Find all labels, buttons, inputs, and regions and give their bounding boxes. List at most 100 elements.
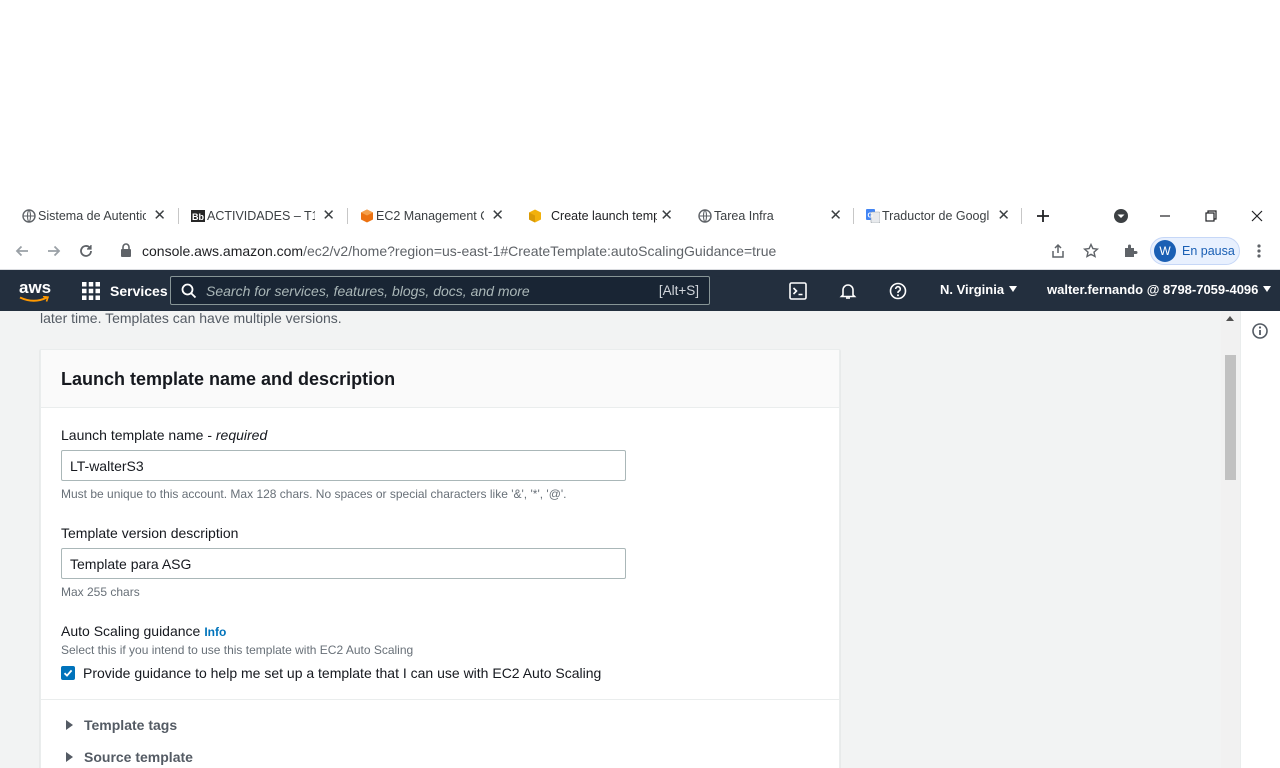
restore-icon (1205, 210, 1217, 222)
tab-close-icon[interactable]: ✕ (322, 208, 335, 224)
caret-down-icon (1009, 286, 1018, 292)
tab-separator (178, 208, 179, 224)
aws-search-input[interactable]: Search for services, features, blogs, do… (170, 276, 710, 305)
grid-menu-icon (82, 281, 100, 300)
new-tab-button[interactable] (1020, 200, 1066, 232)
caret-right-icon (66, 720, 73, 730)
profile-status-label: En pausa (1182, 244, 1235, 258)
url-host: console.aws.amazon.com (142, 243, 304, 259)
source-template-label: Source template (84, 749, 193, 765)
tab-close-icon[interactable]: ✕ (660, 208, 673, 224)
avatar: W (1154, 240, 1176, 262)
search-placeholder: Search for services, features, blogs, do… (206, 283, 530, 299)
browser-tab-strip: Sistema de Autentic ✕ Bb ACTIVIDADES – T… (0, 200, 1280, 232)
template-name-label: Launch template name - required (61, 427, 267, 443)
tab-title: Tarea Infra (714, 209, 774, 223)
kebab-menu-icon (1257, 244, 1261, 258)
aws-logo-text: aws (19, 278, 52, 297)
reload-icon (80, 245, 92, 257)
tab-title: Create launch temp (551, 209, 657, 223)
restore-button[interactable] (1188, 200, 1234, 232)
page-scrollbar[interactable] (1221, 311, 1240, 768)
services-label: Services (110, 282, 168, 299)
bell-icon (839, 283, 857, 299)
tab-actividades[interactable]: Bb ACTIVIDADES – T13 ✕ (185, 200, 345, 232)
aws-cube-icon (528, 209, 542, 223)
cloudshell-button[interactable] (784, 270, 812, 311)
caret-down-icon (1263, 286, 1272, 292)
template-description-input[interactable] (61, 548, 626, 579)
info-link[interactable]: Info (204, 625, 226, 639)
scroll-up-arrow-icon[interactable] (1226, 316, 1234, 321)
intro-text: later time. Templates can have multiple … (40, 311, 342, 326)
template-tags-label: Template tags (84, 717, 178, 733)
divider (41, 699, 839, 700)
forward-button[interactable] (41, 238, 67, 264)
svg-text:Bb: Bb (192, 212, 204, 222)
help-panel-rail (1240, 311, 1280, 768)
browser-menu-button[interactable] (1246, 238, 1272, 264)
profile-button[interactable]: W En pausa (1150, 237, 1240, 265)
info-icon[interactable] (1252, 323, 1268, 339)
template-name-input[interactable] (61, 450, 626, 481)
extensions-button[interactable] (1118, 238, 1144, 264)
blackboard-icon: Bb (191, 209, 205, 223)
address-bar-row: console.aws.amazon.com/ec2/v2/home?regio… (0, 232, 1280, 270)
tab-create-launch-template[interactable]: Create launch temp ✕ (518, 200, 685, 232)
template-description-label: Template version description (61, 525, 239, 541)
lock-icon[interactable] (120, 243, 132, 262)
tab-close-icon[interactable]: ✕ (153, 208, 166, 224)
tab-traductor-google[interactable]: G Traductor de Googl ✕ (860, 200, 1020, 232)
tab-title: ACTIVIDADES – T13 (207, 209, 315, 223)
source-template-expander[interactable]: Source template (66, 749, 193, 765)
required-marker: required (215, 427, 268, 443)
panel-title: Launch template name and description (61, 369, 396, 389)
globe-icon (22, 209, 36, 223)
close-window-button[interactable] (1234, 200, 1280, 232)
launch-template-name-panel: Launch template name and description Lau… (40, 349, 840, 768)
tab-ec2-management[interactable]: EC2 Management C ✕ (354, 200, 514, 232)
account-label: walter.fernando @ 8798-7059-4096 (1047, 282, 1259, 297)
tab-close-icon[interactable]: ✕ (997, 208, 1010, 224)
tab-title: Traductor de Googl (882, 209, 990, 223)
main-content: later time. Templates can have multiple … (0, 311, 1240, 768)
template-description-hint: Max 255 chars (61, 585, 140, 599)
search-icon (181, 283, 197, 299)
checkmark-icon (63, 669, 73, 677)
tab-sistema-autenticacion[interactable]: Sistema de Autentic ✕ (16, 200, 176, 232)
autoscaling-guidance-checkbox-row[interactable]: Provide guidance to help me set up a tem… (61, 665, 601, 681)
tab-separator (853, 208, 854, 224)
region-selector[interactable]: N. Virginia (940, 282, 1018, 297)
services-menu-button[interactable]: Services (82, 270, 168, 311)
globe-icon (698, 209, 712, 223)
help-button[interactable] (884, 270, 912, 311)
url-text: console.aws.amazon.com/ec2/v2/home?regio… (142, 243, 776, 259)
close-icon (1251, 210, 1263, 222)
screen: Sistema de Autentic ✕ Bb ACTIVIDADES – T… (0, 0, 1280, 768)
aws-console-navbar: aws Services Search for services, featur… (0, 270, 1280, 311)
tab-search-button[interactable] (1098, 200, 1144, 232)
autoscaling-guidance-checkbox[interactable] (61, 666, 75, 680)
url-path: /ec2/v2/home?region=us-east-1#CreateTemp… (303, 243, 777, 259)
notifications-button[interactable] (834, 270, 862, 311)
minimize-button[interactable] (1142, 200, 1188, 232)
blank-area (0, 0, 1280, 200)
terminal-icon (789, 281, 807, 300)
share-button[interactable] (1045, 238, 1071, 264)
omnibox[interactable]: console.aws.amazon.com/ec2/v2/home?regio… (110, 236, 1110, 266)
autoscaling-label-text: Auto Scaling guidance (61, 623, 201, 639)
reload-button[interactable] (73, 238, 99, 264)
region-label: N. Virginia (940, 282, 1005, 297)
aws-logo[interactable]: aws (18, 278, 52, 304)
scrollbar-thumb[interactable] (1225, 355, 1236, 480)
caret-right-icon (66, 752, 73, 762)
tab-close-icon[interactable]: ✕ (829, 208, 842, 224)
back-button[interactable] (9, 238, 35, 264)
template-tags-expander[interactable]: Template tags (66, 717, 177, 733)
tab-separator (347, 208, 348, 224)
bookmark-star-button[interactable] (1078, 238, 1104, 264)
tab-tarea-infra[interactable]: Tarea Infra ✕ (692, 200, 852, 232)
account-menu[interactable]: walter.fernando @ 8798-7059-4096 (1047, 282, 1272, 297)
tab-close-icon[interactable]: ✕ (491, 208, 504, 224)
search-shortcut: [Alt+S] (658, 283, 699, 298)
